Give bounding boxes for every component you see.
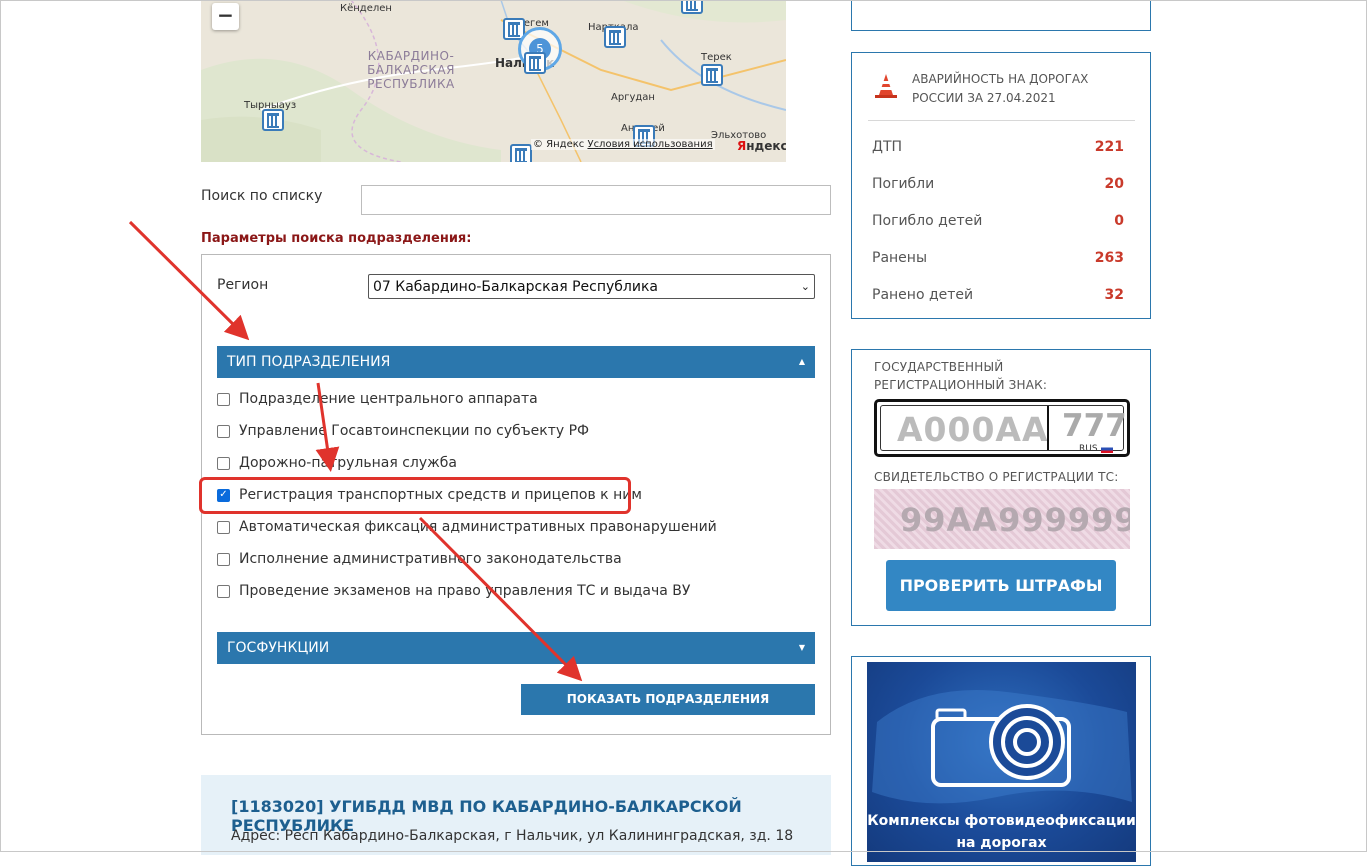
chevron-down-icon: ⌄ bbox=[800, 280, 810, 293]
caret-down-icon: ▼ bbox=[798, 643, 805, 652]
map-terrain bbox=[201, 0, 786, 162]
plate-frame: А000АА 777 RUS bbox=[880, 405, 1127, 454]
type-option[interactable]: Исполнение административного законодател… bbox=[217, 549, 622, 569]
type-option-label: Автоматическая фиксация административных… bbox=[239, 519, 717, 535]
copyright-text: © Яндекс bbox=[533, 139, 585, 150]
checkbox[interactable] bbox=[217, 552, 230, 566]
map-label-terek: Терек bbox=[701, 52, 732, 63]
stat-value: 0 bbox=[1114, 213, 1124, 229]
type-option[interactable]: Подразделение центрального аппарата bbox=[217, 389, 538, 409]
checkbox[interactable] bbox=[217, 456, 230, 470]
type-option-label: Подразделение центрального аппарата bbox=[239, 391, 538, 407]
stat-value: 32 bbox=[1104, 287, 1124, 303]
params-title: Параметры поиска подразделения: bbox=[201, 231, 472, 246]
map-marker[interactable] bbox=[524, 52, 546, 74]
banner-line1: Комплексы фотовидеофиксации bbox=[867, 813, 1136, 829]
yandex-logo-rest: ндекс bbox=[746, 139, 786, 153]
banner-line2: на дорогах bbox=[956, 835, 1047, 851]
cert-input[interactable]: 99АА999999 bbox=[874, 489, 1130, 549]
stat-label: Погибло детей bbox=[872, 213, 983, 229]
stat-value: 221 bbox=[1094, 139, 1124, 155]
map-label-kendelen: Кёнделен bbox=[340, 3, 392, 14]
plate-divider bbox=[1047, 406, 1049, 450]
map-marker[interactable] bbox=[701, 64, 723, 86]
stat-value: 20 bbox=[1104, 176, 1124, 192]
plate-region: 777 bbox=[1062, 408, 1127, 444]
stat-row: Погибло детей 0 bbox=[872, 213, 1124, 229]
yandex-logo-letter: Я bbox=[737, 139, 747, 153]
checkbox[interactable] bbox=[217, 424, 230, 438]
accident-stats-widget: АВАРИЙНОСТЬ НА ДОРОГАХ РОССИИ ЗА 27.04.2… bbox=[851, 52, 1151, 319]
type-option[interactable]: Дорожно-патрульная служба bbox=[217, 453, 457, 473]
plate-label-line2: РЕГИСТРАЦИОННЫЙ ЗНАК: bbox=[874, 378, 1048, 392]
type-option[interactable]: Проведение экзаменов на право управления… bbox=[217, 581, 690, 601]
type-option[interactable]: Автоматическая фиксация административных… bbox=[217, 517, 717, 537]
search-input[interactable] bbox=[361, 185, 831, 215]
map-marker[interactable] bbox=[604, 26, 626, 48]
type-option-label: Управление Госавтоинспекции по субъекту … bbox=[239, 423, 590, 439]
stat-row: ДТП 221 bbox=[872, 139, 1124, 155]
checkbox[interactable] bbox=[217, 392, 230, 406]
cert-number: 99АА999999 bbox=[900, 501, 1130, 539]
stat-label: Ранены bbox=[872, 250, 927, 266]
show-units-button[interactable]: ПОКАЗАТЬ ПОДРАЗДЕЛЕНИЯ bbox=[521, 684, 815, 715]
map-marker[interactable] bbox=[510, 144, 532, 162]
gosfunc-section-title: ГОСФУНКЦИИ bbox=[227, 640, 330, 656]
plate-input[interactable]: А000АА 777 RUS bbox=[874, 399, 1130, 457]
russia-flag-icon bbox=[1101, 445, 1113, 453]
checkbox-checked[interactable]: ✓ bbox=[217, 488, 230, 502]
type-option-label: Дорожно-патрульная служба bbox=[239, 455, 457, 471]
yandex-logo: Яндекс bbox=[737, 139, 786, 153]
region-select-value: 07 Кабардино-Балкарская Республика bbox=[373, 278, 658, 295]
fines-check-widget: ГОСУДАРСТВЕННЫЙ РЕГИСТРАЦИОННЫЙ ЗНАК: А0… bbox=[851, 349, 1151, 626]
stat-value: 263 bbox=[1094, 250, 1124, 266]
result-card: [1183020] УГИБДД МВД ПО КАБАРДИНО-БАЛКАР… bbox=[201, 775, 831, 855]
search-label: Поиск по списку bbox=[201, 188, 323, 204]
type-option-checked[interactable]: ✓ Регистрация транспортных средств и при… bbox=[217, 485, 642, 505]
checkbox[interactable] bbox=[217, 584, 230, 598]
type-option-label: Регистрация транспортных средств и прице… bbox=[239, 487, 642, 503]
zoom-out-button[interactable]: − bbox=[212, 3, 239, 30]
banner-text: Комплексы фотовидеофиксации на дорогах bbox=[867, 810, 1136, 854]
check-fines-button[interactable]: ПРОВЕРИТЬ ШТРАФЫ bbox=[886, 560, 1116, 611]
checkbox[interactable] bbox=[217, 520, 230, 534]
stat-label: Погибли bbox=[872, 176, 935, 192]
plate-label-line1: ГОСУДАРСТВЕННЫЙ bbox=[874, 360, 1004, 374]
result-address: Адрес: Респ Кабардино-Балкарская, г Наль… bbox=[231, 828, 794, 844]
region-select[interactable]: 07 Кабардино-Балкарская Республика ⌄ bbox=[368, 274, 815, 299]
map-marker[interactable] bbox=[262, 109, 284, 131]
type-section-header[interactable]: ТИП ПОДРАЗДЕЛЕНИЯ ▲ bbox=[217, 346, 815, 378]
type-option[interactable]: Управление Госавтоинспекции по субъекту … bbox=[217, 421, 589, 441]
cert-label: СВИДЕТЕЛЬСТВО О РЕГИСТРАЦИИ ТС: bbox=[874, 470, 1119, 484]
type-option-label: Проведение экзаменов на право управления… bbox=[239, 583, 691, 599]
gosfunc-section-header[interactable]: ГОСФУНКЦИИ ▼ bbox=[217, 632, 815, 664]
traffic-cone-icon bbox=[875, 74, 897, 98]
map-copyright: © Яндекс Условия использования bbox=[531, 139, 715, 150]
plate-country: RUS bbox=[1079, 444, 1098, 454]
map-label-argudan: Аргудан bbox=[611, 92, 655, 103]
type-section-title: ТИП ПОДРАЗДЕЛЕНИЯ bbox=[227, 354, 391, 370]
terms-link[interactable]: Условия использования bbox=[587, 139, 712, 150]
camera-icon bbox=[872, 690, 1132, 804]
region-label: Регион bbox=[217, 277, 269, 293]
photo-fixation-widget: Комплексы фотовидеофиксации на дорогах bbox=[851, 656, 1151, 866]
photo-fixation-banner[interactable]: Комплексы фотовидеофиксации на дорогах bbox=[867, 662, 1136, 862]
map-region-label: КАБАРДИНО-БАЛКАРСКАЯ РЕСПУБЛИКА bbox=[367, 49, 455, 91]
accident-title: АВАРИЙНОСТЬ НА ДОРОГАХ РОССИИ ЗА 27.04.2… bbox=[912, 72, 1089, 105]
plate-number: А000АА bbox=[897, 410, 1049, 449]
divider bbox=[868, 120, 1135, 121]
stat-label: ДТП bbox=[872, 139, 903, 155]
map-widget[interactable]: − Кёнделен Чегем Нарткала Нальчик Тырныа… bbox=[201, 0, 786, 162]
map-marker[interactable] bbox=[681, 0, 703, 14]
stat-row: Погибли 20 bbox=[872, 176, 1124, 192]
stat-label: Ранено детей bbox=[872, 287, 974, 303]
type-option-label: Исполнение административного законодател… bbox=[239, 551, 622, 567]
stat-row: Ранены 263 bbox=[872, 250, 1124, 266]
top-widget bbox=[851, 0, 1151, 31]
stat-row: Ранено детей 32 bbox=[872, 287, 1124, 303]
caret-up-icon: ▲ bbox=[798, 357, 805, 366]
